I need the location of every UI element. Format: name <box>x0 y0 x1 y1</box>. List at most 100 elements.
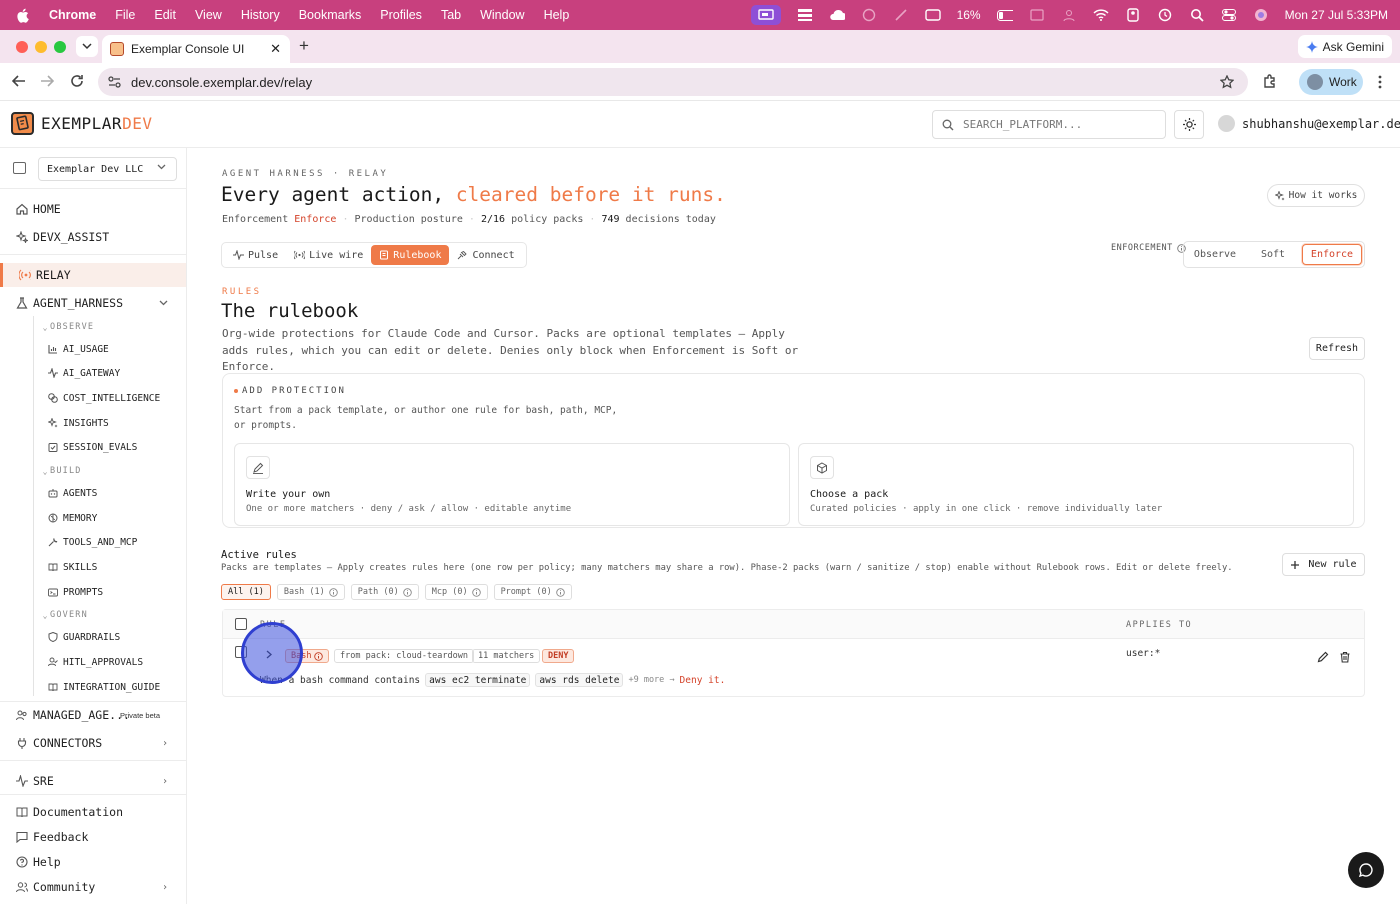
sidebar-item-cost-intelligence[interactable]: COST_INTELLIGENCE <box>0 392 186 404</box>
apple-icon[interactable] <box>16 8 29 23</box>
chat-button[interactable] <box>1348 852 1384 888</box>
siri-icon[interactable] <box>1253 7 1269 23</box>
tab-close-icon[interactable]: ✕ <box>270 41 281 57</box>
extensions-icon[interactable] <box>1262 74 1277 89</box>
sidebar-item-hitl-approvals[interactable]: HITL_APPROVALS <box>0 656 186 668</box>
search-input[interactable]: SEARCH_PLATFORM... <box>932 110 1166 139</box>
sidebar-item-skills[interactable]: SKILLS <box>0 561 186 573</box>
pen-off-icon[interactable] <box>893 7 909 23</box>
brand-logo[interactable] <box>11 112 34 135</box>
sidebar-item-insights[interactable]: INSIGHTS <box>0 417 186 429</box>
menubar-clock[interactable]: Mon 27 Jul 5:33PM <box>1285 8 1388 22</box>
edit-pencil-icon[interactable] <box>1316 650 1330 664</box>
time-machine-icon[interactable] <box>1157 7 1173 23</box>
reload-icon[interactable] <box>70 74 84 88</box>
sidebar-item-memory[interactable]: MEMORY <box>0 512 186 524</box>
address-bar[interactable]: dev.console.exemplar.dev/relay <box>98 68 1248 96</box>
bookmark-star-icon[interactable] <box>1220 75 1234 89</box>
window-minimize-button[interactable] <box>35 41 47 53</box>
enforcement-enforce-option[interactable]: Enforce <box>1302 244 1362 265</box>
enforcement-observe-option[interactable]: Observe <box>1186 244 1244 265</box>
window-icon[interactable] <box>1029 7 1045 23</box>
sidebar-item-agent-harness[interactable]: AGENT_HARNESS <box>0 296 186 310</box>
wifi-icon[interactable] <box>1093 7 1109 23</box>
sidebar-item-devx-assist[interactable]: DEVX_ASSIST <box>0 230 186 244</box>
back-arrow-icon[interactable] <box>12 74 26 88</box>
how-it-works-button[interactable]: How it works <box>1267 184 1365 207</box>
control-center-icon[interactable] <box>1221 7 1237 23</box>
menu-bookmarks[interactable]: Bookmarks <box>299 8 362 22</box>
stack-icon[interactable] <box>797 7 813 23</box>
sidebar-group-govern[interactable]: ⌄ GOVERN <box>0 609 186 621</box>
menu-file[interactable]: File <box>115 8 135 22</box>
tab-rulebook[interactable]: Rulebook <box>371 245 450 265</box>
sidebar-item-guardrails[interactable]: GUARDRAILS <box>0 631 186 643</box>
sidebar-item-ai-gateway[interactable]: AI_GATEWAY <box>0 367 186 379</box>
menu-app-name[interactable]: Chrome <box>49 8 96 22</box>
sidebar-item-integration-guide[interactable]: INTEGRATION_GUIDE <box>0 681 186 693</box>
new-rule-button[interactable]: New rule <box>1282 553 1365 576</box>
screen-mirroring-icon[interactable] <box>750 5 781 25</box>
sidebar-item-ai-usage[interactable]: AI_USAGE <box>0 343 186 355</box>
sidebar-item-prompts[interactable]: PROMPTS <box>0 586 186 598</box>
ask-gemini-button[interactable]: Ask Gemini <box>1297 35 1392 58</box>
tab-connect[interactable]: Connect <box>449 245 522 265</box>
sidebar-item-sre[interactable]: SRE › <box>0 774 186 788</box>
menu-profiles[interactable]: Profiles <box>380 8 422 22</box>
sidebar-item-agents[interactable]: AGENTS <box>0 487 186 499</box>
filter-mcp[interactable]: Mcp (0) <box>424 584 488 600</box>
sidebar-item-tools-and-mcp[interactable]: TOOLS_AND_MCP <box>0 536 186 548</box>
new-tab-button[interactable]: + <box>299 36 309 56</box>
display-icon[interactable] <box>924 7 941 23</box>
spotlight-search-icon[interactable] <box>1189 7 1205 23</box>
more-menu-icon[interactable] <box>1378 75 1382 89</box>
choose-a-pack-option[interactable]: Choose a pack Curated policies · apply i… <box>798 443 1354 526</box>
filter-bash[interactable]: Bash (1) <box>276 584 345 600</box>
info-icon[interactable] <box>314 651 324 661</box>
window-zoom-button[interactable] <box>54 41 66 53</box>
delete-trash-icon[interactable] <box>1338 650 1352 664</box>
menu-view[interactable]: View <box>195 8 222 22</box>
sidebar-group-observe[interactable]: ⌄ OBSERVE <box>0 321 186 333</box>
write-your-own-option[interactable]: Write your own One or more matchers · de… <box>234 443 790 526</box>
user-menu[interactable]: shubhanshu@exemplar.dev <box>1218 115 1400 132</box>
rule-more-matchers[interactable]: +9 more → <box>628 675 674 685</box>
menu-history[interactable]: History <box>241 8 280 22</box>
tab-pulse[interactable]: Pulse <box>225 245 286 265</box>
select-all-checkbox[interactable] <box>235 618 247 630</box>
user-switch-icon[interactable] <box>1125 7 1141 23</box>
filter-all[interactable]: All (1) <box>221 584 271 600</box>
filter-prompt[interactable]: Prompt (0) <box>493 584 572 600</box>
profile-button[interactable]: Work <box>1299 69 1363 95</box>
battery-icon[interactable] <box>996 7 1013 23</box>
sidebar-item-home[interactable]: HOME <box>0 202 186 216</box>
forward-arrow-icon[interactable] <box>40 74 54 88</box>
sidebar-item-help[interactable]: Help <box>0 855 186 869</box>
sidebar-item-feedback[interactable]: Feedback <box>0 830 186 844</box>
org-selector[interactable]: Exemplar Dev LLC <box>38 157 177 181</box>
menu-tab[interactable]: Tab <box>441 8 461 22</box>
brand-name[interactable]: EXEMPLARDEV <box>41 114 152 133</box>
sidebar-toggle-icon[interactable] <box>13 162 26 174</box>
window-close-button[interactable] <box>16 41 28 53</box>
sidebar-item-relay[interactable]: RELAY <box>0 263 186 287</box>
cloud-icon[interactable] <box>829 7 845 23</box>
people-icon[interactable] <box>1061 7 1077 23</box>
site-info-icon[interactable] <box>108 76 121 88</box>
sidebar-group-build[interactable]: ⌄ BUILD <box>0 465 186 477</box>
sidebar-item-community[interactable]: Community › <box>0 880 186 894</box>
menu-window[interactable]: Window <box>480 8 524 22</box>
browser-tab[interactable]: Exemplar Console UI ✕ <box>102 35 290 63</box>
filter-path[interactable]: Path (0) <box>350 584 419 600</box>
focus-icon[interactable] <box>861 7 877 23</box>
tab-search-button[interactable] <box>76 36 98 57</box>
sidebar-item-connectors[interactable]: CONNECTORS › <box>0 736 186 750</box>
menu-edit[interactable]: Edit <box>154 8 176 22</box>
theme-toggle-button[interactable] <box>1174 110 1204 139</box>
menu-help[interactable]: Help <box>544 8 570 22</box>
refresh-button[interactable]: Refresh <box>1309 337 1365 360</box>
sidebar-item-session-evals[interactable]: SESSION_EVALS <box>0 441 186 453</box>
enforcement-soft-option[interactable]: Soft <box>1244 244 1302 265</box>
tab-live-wire[interactable]: Live wire <box>286 245 371 265</box>
sidebar-item-managed-agents[interactable]: MANAGED_AGE... Private beta <box>0 708 186 722</box>
